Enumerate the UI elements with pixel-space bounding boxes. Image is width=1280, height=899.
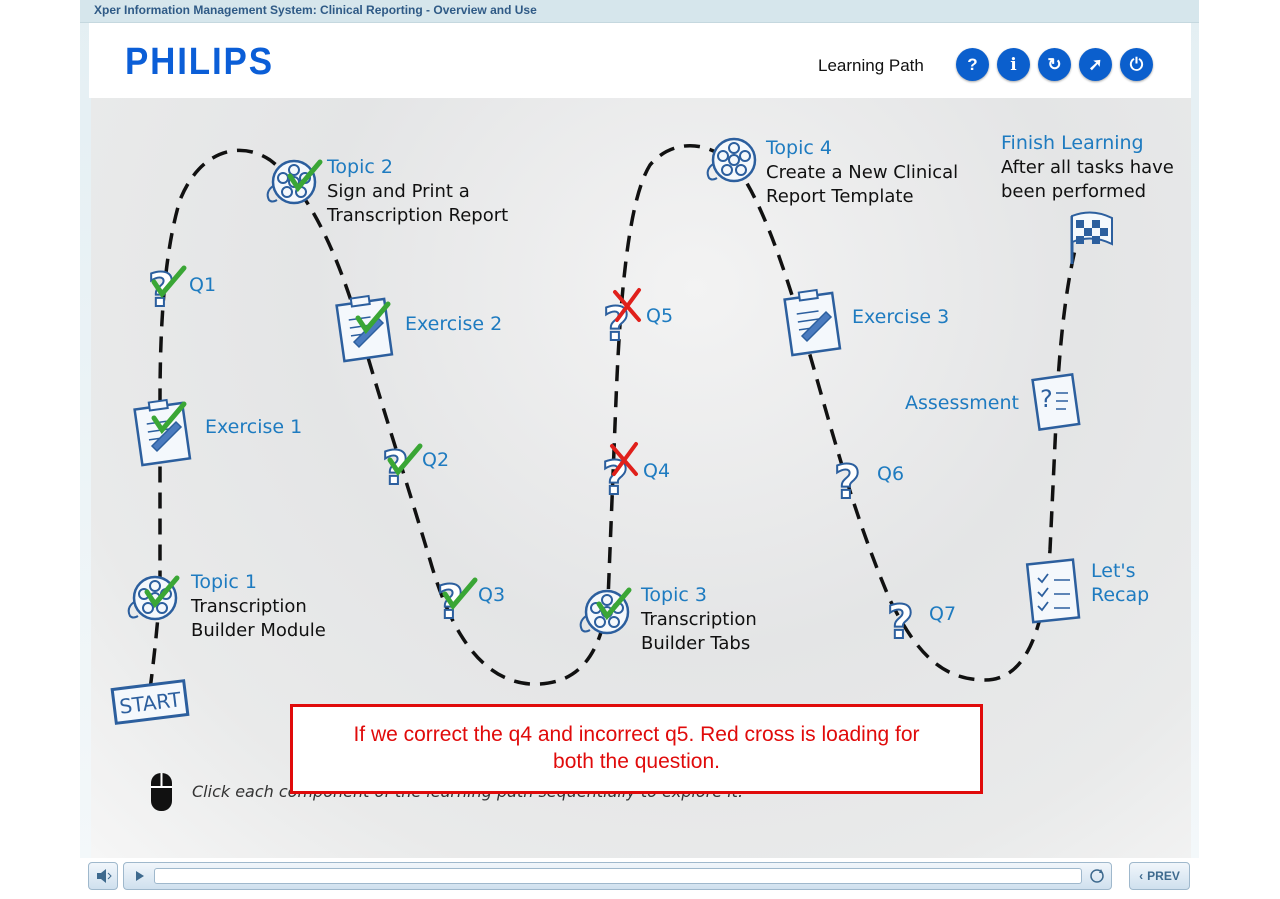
topic1-reel-icon[interactable] — [127, 577, 177, 621]
speaker-icon — [97, 869, 112, 883]
topic1-subtitle-2: Builder Module — [191, 620, 326, 641]
exercise3-clipboard-icon[interactable] — [783, 288, 842, 357]
play-icon[interactable] — [124, 863, 154, 889]
finish-flag-icon[interactable] — [1070, 211, 1113, 264]
q3-label[interactable]: Q3 — [478, 584, 505, 606]
annotation-line-2: both the question. — [553, 750, 720, 773]
chevron-left-icon: ‹ — [1139, 869, 1144, 883]
topic1-title[interactable]: Topic 1 — [191, 571, 257, 593]
topic4-reel-icon[interactable] — [706, 137, 757, 183]
finish-subtitle-1: After all tasks have — [1001, 157, 1174, 178]
q2-question-icon[interactable] — [381, 440, 420, 496]
topic3-reel-icon[interactable] — [579, 590, 629, 635]
q3-question-icon[interactable] — [436, 574, 475, 630]
progress-track[interactable] — [154, 868, 1082, 884]
topic2-subtitle-1: Sign and Print a — [327, 181, 470, 202]
topic2-reel-icon[interactable] — [266, 161, 320, 205]
exercise1-label[interactable]: Exercise 1 — [205, 416, 302, 438]
finish-title[interactable]: Finish Learning — [1001, 132, 1144, 154]
q5-question-icon[interactable] — [602, 288, 641, 352]
topic1-subtitle-1: Transcription — [191, 596, 307, 617]
exercise3-label[interactable]: Exercise 3 — [852, 306, 949, 328]
q7-question-icon[interactable] — [886, 594, 915, 650]
topic4-subtitle-1: Create a New Clinical — [766, 162, 959, 183]
prev-label: PREV — [1147, 869, 1180, 883]
finish-subtitle-2: been performed — [1001, 181, 1147, 202]
seek-bar[interactable] — [123, 862, 1112, 890]
refresh-icon[interactable] — [1086, 863, 1110, 889]
assessment-icon[interactable]: ? — [1031, 373, 1081, 431]
exercise2-clipboard-icon[interactable] — [335, 294, 394, 363]
q6-question-icon[interactable] — [833, 454, 862, 510]
recap-label-1[interactable]: Let's — [1091, 560, 1136, 582]
topic4-subtitle-2: Report Template — [766, 186, 914, 207]
q6-label[interactable]: Q6 — [877, 463, 904, 485]
topic3-title[interactable]: Topic 3 — [641, 584, 707, 606]
start-sign[interactable]: START — [110, 679, 190, 725]
prev-button[interactable]: ‹ PREV — [1129, 862, 1190, 890]
q4-label[interactable]: Q4 — [643, 460, 670, 482]
q4-question-icon[interactable] — [601, 442, 638, 506]
q2-label[interactable]: Q2 — [422, 449, 449, 471]
topic3-subtitle-1: Transcription — [641, 609, 757, 630]
svg-text:?: ? — [1040, 385, 1053, 413]
q1-question-icon[interactable] — [147, 262, 184, 318]
exercise2-label[interactable]: Exercise 2 — [405, 313, 502, 335]
topic4-title[interactable]: Topic 4 — [766, 137, 832, 159]
mute-button[interactable] — [88, 862, 118, 890]
topic3-subtitle-2: Builder Tabs — [641, 633, 751, 654]
mouse-icon — [151, 773, 172, 811]
bug-annotation: If we correct the q4 and incorrect q5. R… — [290, 704, 983, 794]
annotation-line-1: If we correct the q4 and incorrect q5. R… — [353, 723, 920, 746]
q5-label[interactable]: Q5 — [646, 305, 673, 327]
exercise1-clipboard-icon[interactable] — [133, 398, 192, 467]
recap-clipboard-icon[interactable] — [1025, 558, 1081, 624]
recap-label-2[interactable]: Recap — [1091, 584, 1149, 606]
topic2-title[interactable]: Topic 2 — [327, 156, 393, 178]
q1-label[interactable]: Q1 — [189, 274, 216, 296]
topic2-subtitle-2: Transcription Report — [327, 205, 509, 226]
q7-label[interactable]: Q7 — [929, 603, 956, 625]
assessment-label[interactable]: Assessment — [905, 392, 1019, 414]
